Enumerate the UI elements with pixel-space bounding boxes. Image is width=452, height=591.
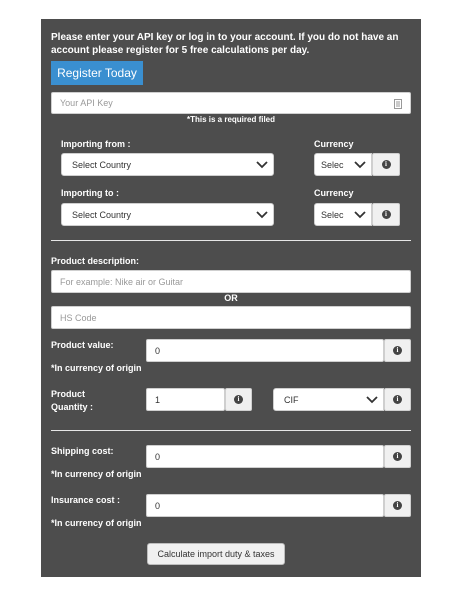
insurance-cost-input[interactable]: 0	[146, 494, 384, 517]
product-value-label: Product value:	[51, 340, 114, 350]
product-quantity-label-line1: Product	[51, 389, 86, 399]
importing-to-label: Importing to :	[61, 188, 119, 198]
section-divider	[51, 240, 411, 241]
chevron-down-icon	[354, 210, 366, 218]
insurance-cost-note: *In currency of origin	[51, 518, 142, 528]
product-value-value: 0	[155, 345, 161, 356]
product-value-note: *In currency of origin	[51, 363, 142, 373]
currency-to-value: Selec	[321, 209, 344, 220]
chevron-down-icon	[256, 210, 268, 218]
info-icon: i	[381, 160, 391, 169]
info-icon: i	[393, 395, 402, 404]
register-button[interactable]: Register Today	[51, 61, 143, 85]
info-icon: i	[393, 501, 402, 510]
incoterm-value: CIF	[284, 394, 299, 405]
product-description-placeholder: For example: Nike air or Guitar	[60, 276, 184, 287]
shipping-cost-input[interactable]: 0	[146, 445, 384, 468]
currency-from-info-button[interactable]: i	[372, 153, 400, 176]
section-divider	[51, 430, 411, 431]
shipping-cost-info-button[interactable]: i	[384, 445, 411, 468]
clipboard-icon	[394, 99, 402, 111]
importing-from-value: Select Country	[72, 159, 132, 170]
currency-from-label: Currency	[314, 139, 354, 149]
insurance-cost-value: 0	[155, 500, 161, 511]
importing-to-value: Select Country	[72, 209, 132, 220]
importing-from-label: Importing from :	[61, 139, 131, 149]
hs-code-placeholder: HS Code	[60, 312, 97, 323]
api-key-input[interactable]: Your API Key	[51, 92, 411, 114]
chevron-down-icon	[354, 160, 366, 168]
info-icon: i	[234, 395, 243, 404]
intro-text: Please enter your API key or log in to y…	[51, 32, 399, 56]
currency-to-info-button[interactable]: i	[372, 203, 400, 226]
info-icon: i	[381, 210, 391, 219]
chevron-down-icon	[366, 395, 378, 403]
chevron-down-icon	[256, 160, 268, 168]
hs-code-input[interactable]: HS Code	[51, 306, 411, 329]
info-icon: i	[393, 346, 402, 355]
product-quantity-input[interactable]: 1	[146, 388, 225, 411]
incoterm-info-button[interactable]: i	[384, 388, 411, 411]
info-icon: i	[393, 452, 402, 461]
currency-to-label: Currency	[314, 188, 354, 198]
shipping-cost-label: Shipping cost:	[51, 446, 114, 456]
product-quantity-value: 1	[155, 394, 161, 405]
incoterm-select[interactable]: CIF	[273, 388, 384, 411]
api-key-required-note: *This is a required filed	[186, 115, 276, 124]
api-key-placeholder: Your API Key	[60, 98, 113, 108]
shipping-cost-note: *In currency of origin	[51, 469, 142, 479]
product-value-input[interactable]: 0	[146, 339, 384, 362]
currency-from-select[interactable]: Selec	[314, 153, 372, 176]
currency-to-select[interactable]: Selec	[314, 203, 372, 226]
importing-from-select[interactable]: Select Country	[61, 153, 274, 176]
product-value-info-button[interactable]: i	[384, 339, 411, 362]
importing-to-select[interactable]: Select Country	[61, 203, 274, 226]
insurance-cost-info-button[interactable]: i	[384, 494, 411, 517]
product-quantity-label-line2: Quantity :	[51, 402, 93, 412]
shipping-cost-value: 0	[155, 451, 161, 462]
calculate-button[interactable]: Calculate import duty & taxes	[147, 543, 285, 565]
product-description-label: Product description:	[51, 256, 140, 266]
product-quantity-info-button[interactable]: i	[225, 388, 252, 411]
or-separator: OR	[224, 293, 238, 303]
calculator-panel: Please enter your API key or log in to y…	[41, 19, 421, 577]
insurance-cost-label: Insurance cost :	[51, 495, 121, 505]
product-description-input[interactable]: For example: Nike air or Guitar	[51, 270, 411, 293]
currency-from-value: Selec	[321, 159, 344, 170]
